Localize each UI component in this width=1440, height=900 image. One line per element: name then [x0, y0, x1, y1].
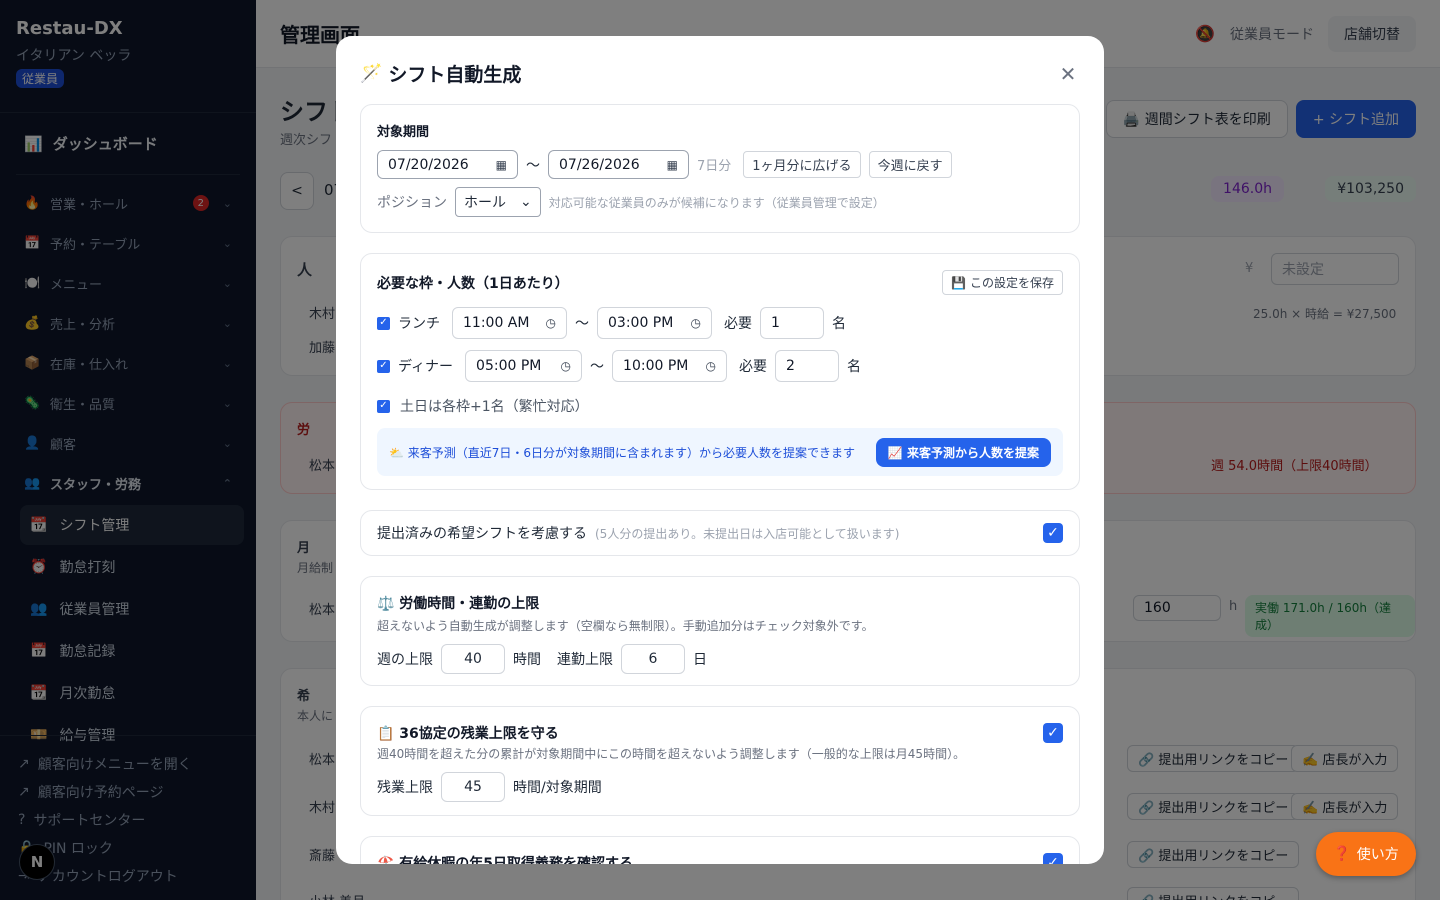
time-value: 10:00 PM [623, 358, 689, 374]
slots-section: 必要な枠・人数（1日あたり） 💾 この設定を保存 ✓ ランチ 11:00 AM ◷… [360, 253, 1080, 490]
consecutive-limit-label: 連勤上限 [557, 652, 613, 668]
paid-leave-title: 🏖️ 有給休暇の年5日取得義務を確認する [377, 856, 634, 864]
start-date-value: 07/20/2026 [388, 156, 469, 173]
forecast-suggest-button[interactable]: 📈 来客予測から人数を提案 [875, 437, 1051, 467]
overtime-unit: 時間/対象期間 [513, 780, 602, 796]
position-value: ホール [464, 195, 506, 211]
calendar-icon[interactable]: ▦ [496, 158, 507, 172]
position-select[interactable]: ホール ⌄ [455, 187, 541, 217]
overtime-label: 残業上限 [377, 780, 433, 796]
overtime-checkbox[interactable]: ✓ [1043, 723, 1063, 743]
start-date-input[interactable]: 07/20/2026 ▦ [377, 150, 518, 179]
slots-title: 必要な枠・人数（1日あたり） [377, 275, 569, 292]
paid-leave-section: 🏖️ 有給休暇の年5日取得義務を確認する ✓ [360, 836, 1080, 864]
end-date-input[interactable]: 07/26/2026 ▦ [548, 150, 689, 179]
clock-icon: ◷ [690, 316, 701, 330]
time-value: 03:00 PM [608, 315, 674, 331]
range-tilde: 〜 [590, 359, 605, 375]
lunch-checkbox[interactable]: ✓ [377, 316, 390, 330]
weekend-checkbox[interactable]: ✓ [377, 399, 390, 413]
lunch-end-time[interactable]: 03:00 PM ◷ [597, 307, 712, 339]
position-hint: 対応可能な従業員のみが候補になります（従業員管理で設定） [548, 195, 885, 210]
hours-unit: 時間 [513, 652, 541, 668]
time-value: 05:00 PM [476, 358, 542, 374]
time-value: 11:00 AM [463, 315, 530, 331]
dinner-count-input[interactable]: 2 [775, 350, 840, 382]
weekly-limit-input[interactable]: 40 [441, 644, 505, 674]
range-tilde: 〜 [526, 157, 540, 174]
consecutive-limit-input[interactable]: 6 [621, 644, 685, 674]
chevron-down-icon: ⌄ [520, 194, 532, 210]
lunch-start-time[interactable]: 11:00 AM ◷ [452, 307, 567, 339]
help-button[interactable]: ❓ 使い方 [1316, 832, 1416, 876]
help-label: 使い方 [1356, 847, 1399, 863]
clock-icon: ◷ [545, 316, 556, 330]
save-settings-button[interactable]: 💾 この設定を保存 [942, 270, 1063, 295]
wishes-section: 提出済みの希望シフトを考慮する (5人分の提出あり。未提出日は入店可能として扱い… [360, 510, 1080, 556]
weekend-label: 土日は各枠+1名（繁忙対応） [400, 399, 589, 415]
clock-icon: ◷ [560, 359, 572, 373]
close-icon[interactable]: ✕ [1056, 62, 1080, 86]
weekly-limit-label: 週の上限 [377, 652, 433, 668]
limits-desc: 超えないよう自動生成が調整します（空欄なら無制限）。手動追加分はチェック対象外で… [377, 619, 874, 633]
limits-section: ⚖️ 労働時間・連勤の上限 超えないよう自動生成が調整します（空欄なら無制限）。… [360, 576, 1080, 686]
position-label: ポジション [377, 195, 447, 211]
slot-name: ディナー [398, 359, 454, 375]
wishes-checkbox[interactable]: ✓ [1043, 523, 1063, 543]
calendar-icon[interactable]: ▦ [667, 158, 678, 172]
auto-shift-modal: 🪄 シフト自動生成 ✕ 対象期間 07/20/2026 ▦ 〜 07/26/202… [336, 36, 1104, 864]
overtime-desc: 週40時間を超えた分の累計が対象期間中にこの時間を超えないよう調整します（一般的… [377, 747, 966, 761]
modal-title: シフト自動生成 [388, 64, 522, 86]
overtime-limit-input[interactable]: 45 [441, 772, 505, 802]
question-icon: ❓ [1333, 846, 1351, 862]
dinner-end-time[interactable]: 10:00 PM ◷ [612, 350, 728, 382]
dinner-checkbox[interactable]: ✓ [377, 359, 390, 373]
modal-header: 🪄 シフト自動生成 ✕ [360, 60, 1080, 87]
need-label: 必要 [724, 316, 752, 332]
end-date-value: 07/26/2026 [559, 156, 640, 173]
lunch-count-input[interactable]: 1 [760, 307, 824, 339]
forecast-text: ⛅ 来客予測（直近7日・6日分が対象期間に含まれます）から必要人数を提案できます [389, 445, 856, 460]
clock-icon: ◷ [705, 359, 717, 373]
wishes-label: 提出済みの希望シフトを考慮する [377, 526, 587, 542]
people-unit: 名 [847, 359, 862, 375]
paid-leave-checkbox[interactable]: ✓ [1043, 853, 1063, 864]
overtime-section: 📋 36協定の残業上限を守る ✓ 週40時間を超えた分の累計が対象期間中にこの時… [360, 706, 1080, 816]
extend-month-button[interactable]: 1ヶ月分に広げる [743, 151, 861, 178]
limits-title: ⚖️ 労働時間・連勤の上限 [377, 596, 540, 612]
wishes-note: (5人分の提出あり。未提出日は入店可能として扱います) [595, 526, 900, 541]
overtime-title: 📋 36協定の残業上限を守る [377, 726, 559, 742]
forecast-box: ⛅ 来客予測（直近7日・6日分が対象期間に含まれます）から必要人数を提案できます… [377, 428, 1063, 476]
slot-name: ランチ [398, 316, 440, 332]
days-unit: 日 [693, 652, 707, 668]
magic-wand-icon: 🪄 [360, 63, 383, 84]
period-label: 対象期間 [377, 125, 430, 140]
people-unit: 名 [832, 316, 846, 332]
reset-week-button[interactable]: 今週に戻す [868, 151, 952, 178]
need-label: 必要 [739, 359, 768, 375]
dinner-start-time[interactable]: 05:00 PM ◷ [465, 350, 583, 382]
range-tilde: 〜 [575, 316, 589, 332]
period-section: 対象期間 07/20/2026 ▦ 〜 07/26/2026 ▦ 7日分 1ヶ月分に… [360, 104, 1080, 233]
days-count: 7日分 [697, 159, 732, 174]
